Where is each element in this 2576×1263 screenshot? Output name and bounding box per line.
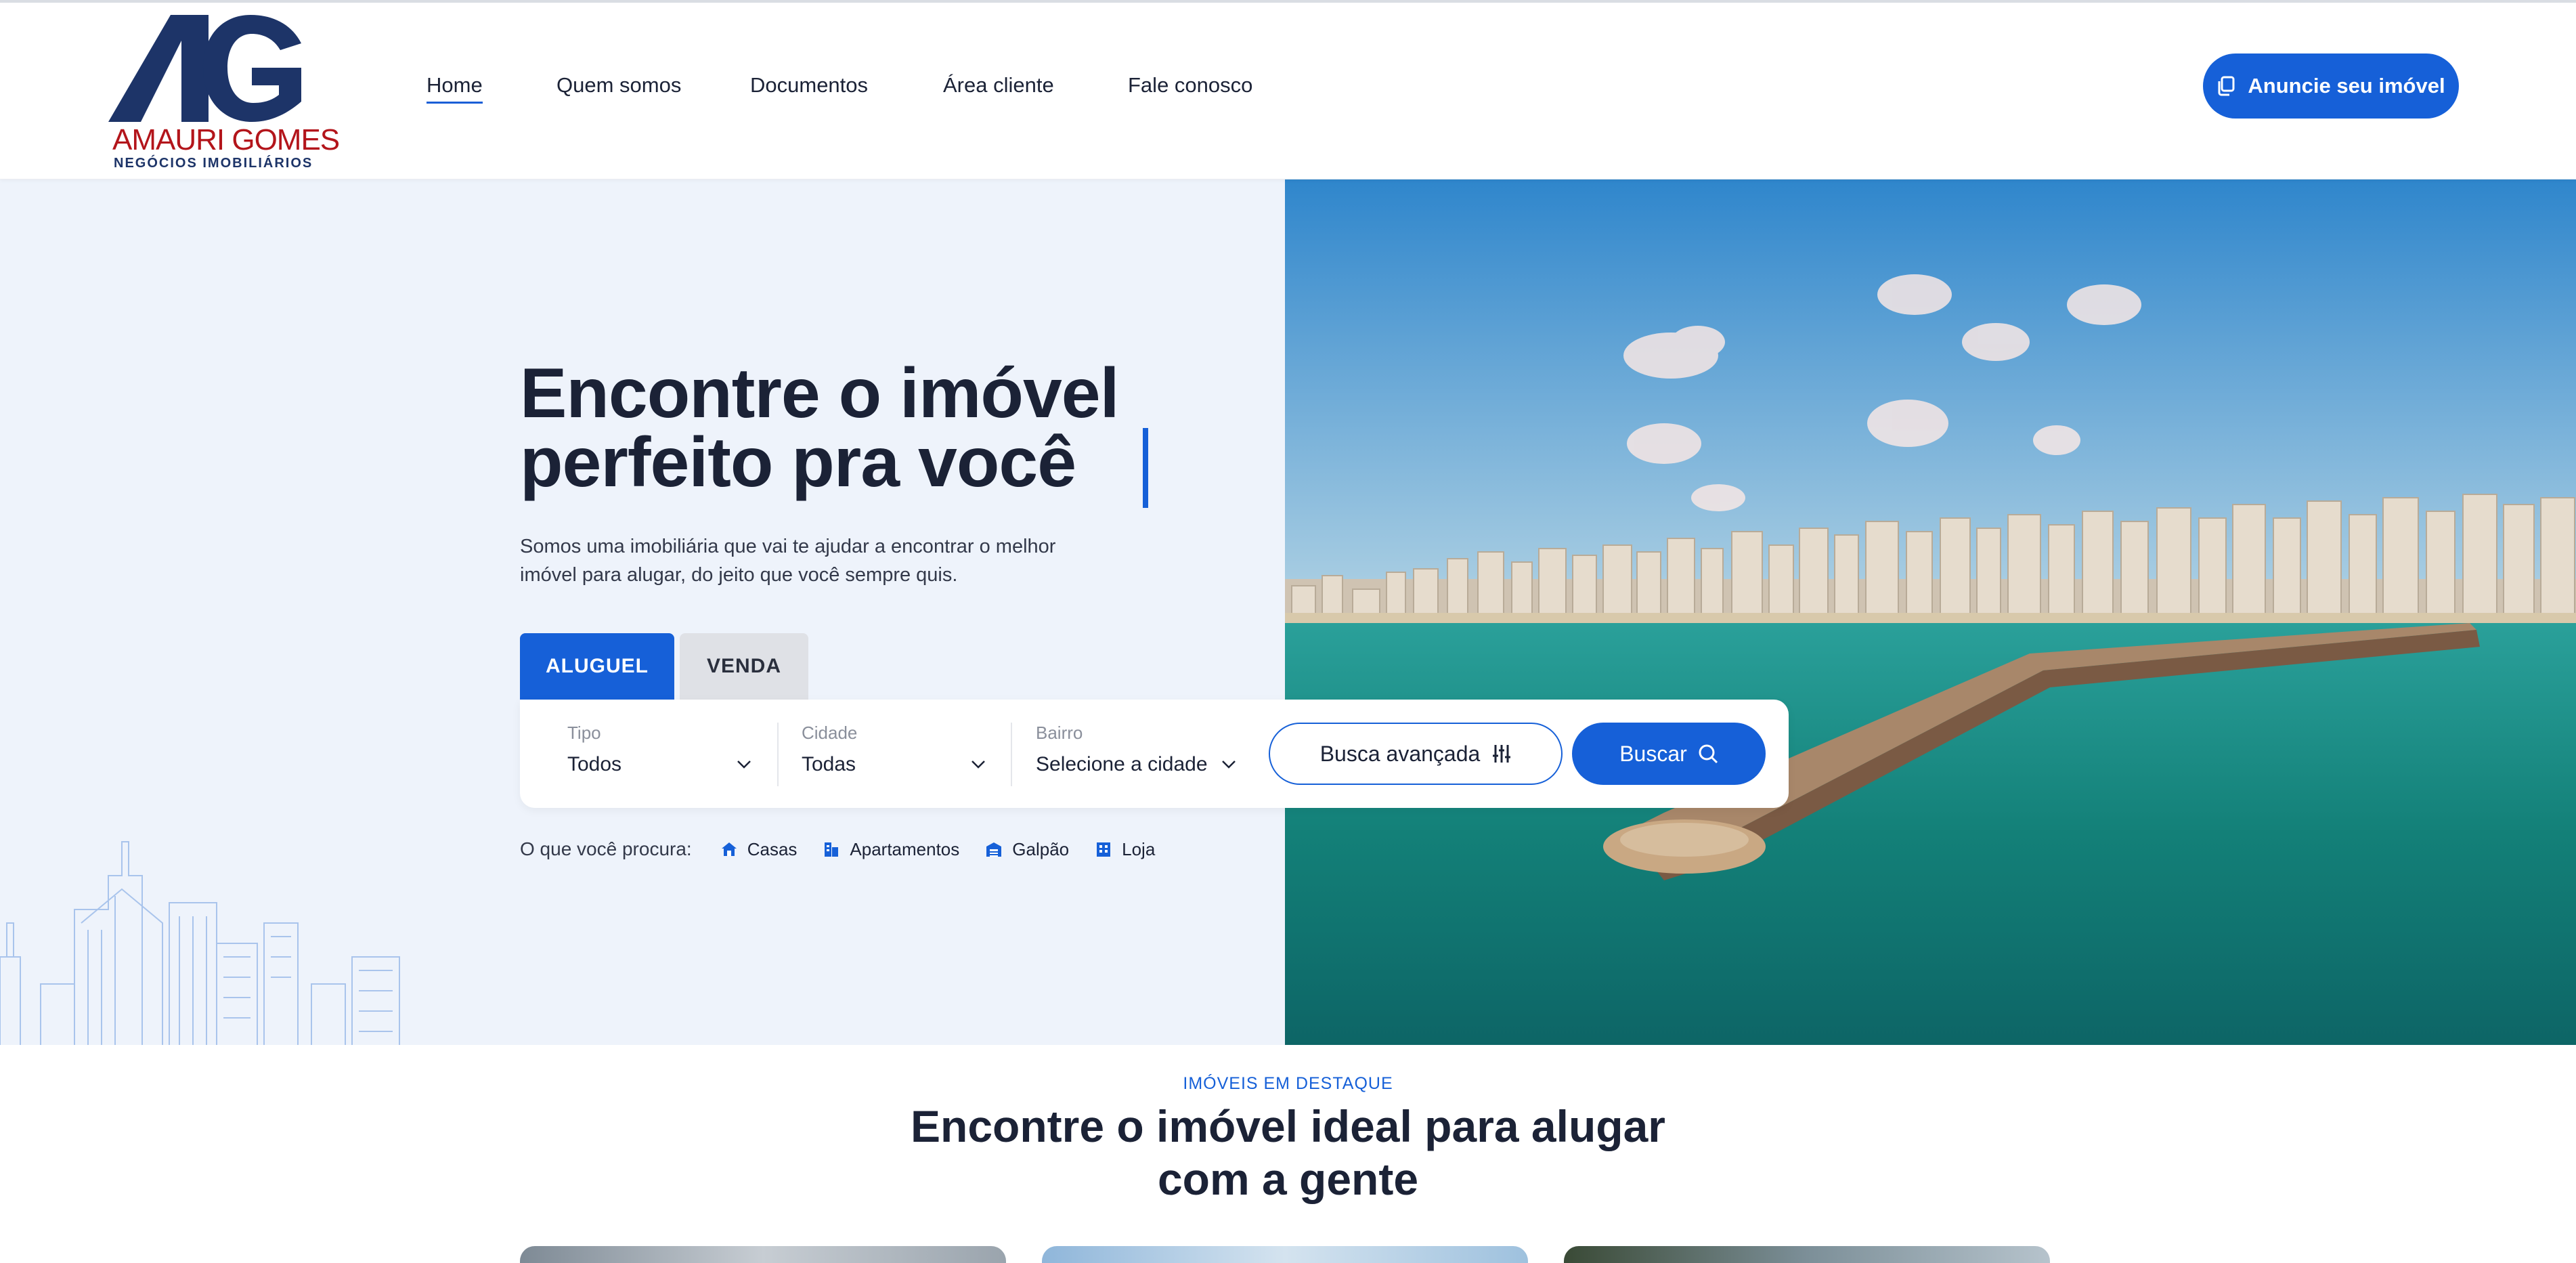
cidade-value: Todas <box>802 753 856 775</box>
anuncie-button[interactable]: Anuncie seu imóvel <box>2203 53 2459 119</box>
chevron-down-icon <box>1221 761 1236 769</box>
hero-title-line1: Encontre o imóvel <box>520 354 1120 433</box>
tipo-label: Tipo <box>567 723 601 743</box>
bairro-value: Selecione a cidade <box>1036 753 1208 775</box>
sliders-icon <box>1493 745 1511 763</box>
search-icon <box>1699 744 1718 764</box>
chevron-down-icon <box>737 761 751 769</box>
property-card[interactable] <box>1042 1246 1528 1263</box>
search-form: Tipo Todos Cidade Todas Bairro Selecione… <box>520 700 1789 808</box>
field-divider <box>777 723 779 786</box>
quick-label: O que você procura: <box>520 838 692 859</box>
house-icon <box>721 842 737 856</box>
text-cursor <box>1143 428 1148 508</box>
tipo-select[interactable]: Tipo Todos <box>567 723 764 785</box>
nav-documentos[interactable]: Documentos <box>750 73 868 98</box>
featured-title: Encontre o imóvel ideal para alugar com … <box>846 1100 1730 1205</box>
property-card[interactable] <box>1564 1246 2050 1263</box>
copy-icon <box>2218 76 2235 96</box>
brand-name: AMAURI GOMES <box>112 123 340 156</box>
field-divider <box>1011 723 1012 786</box>
featured-title-line2: com a gente <box>1157 1154 1419 1204</box>
cidade-select[interactable]: Cidade Todas <box>802 723 998 785</box>
bairro-label: Bairro <box>1036 723 1083 743</box>
property-card[interactable] <box>520 1246 1006 1263</box>
hero-subtitle-line2: imóvel para alugar, do jeito que você se… <box>520 564 958 586</box>
brand-logo[interactable]: AMAURI GOMES NEGÓCIOS IMOBILIÁRIOS <box>108 15 340 171</box>
site-header: AMAURI GOMES NEGÓCIOS IMOBILIÁRIOS Home … <box>0 0 2576 179</box>
hero-title-line2: perfeito pra você <box>520 423 1076 502</box>
quick-item-casas[interactable]: Casas <box>720 838 798 860</box>
quick-item-label: Galpão <box>1012 838 1070 859</box>
tab-venda[interactable]: VENDA <box>680 633 808 700</box>
hero-subtitle: Somos uma imobiliária que vai te ajudar … <box>520 532 1102 589</box>
quick-item-label: Apartamentos <box>850 838 960 859</box>
quick-item-label: Loja <box>1122 838 1156 859</box>
bairro-select[interactable]: Bairro Selecione a cidade <box>1036 723 1252 785</box>
search-button-label: Buscar <box>1619 741 1687 766</box>
anuncie-label: Anuncie seu imóvel <box>2248 74 2445 98</box>
featured-eyebrow: IMÓVEIS EM DESTAQUE <box>1183 1074 1393 1093</box>
hero-panel: Encontre o imóvel perfeito pra você Somo… <box>0 179 1285 1045</box>
beach-city-image <box>1285 179 2576 1045</box>
apartment-icon <box>825 842 839 857</box>
store-icon <box>1097 842 1111 857</box>
hero-title: Encontre o imóvel perfeito pra você <box>520 358 1197 498</box>
quick-item-label: Casas <box>747 838 798 859</box>
ag-monogram-icon <box>108 15 301 122</box>
quick-item-apartamentos[interactable]: Apartamentos <box>823 839 959 860</box>
quick-item-loja[interactable]: Loja <box>1095 839 1155 860</box>
brand-tagline: NEGÓCIOS IMOBILIÁRIOS <box>114 156 313 171</box>
nav-quem-somos[interactable]: Quem somos <box>556 73 681 98</box>
advanced-search-button[interactable]: Busca avançada <box>1269 723 1563 785</box>
city-skyline-decoration <box>0 841 400 1045</box>
quick-categories: O que você procura: Casas Apartamentos G… <box>520 838 1181 860</box>
advanced-search-label: Busca avançada <box>1319 741 1481 766</box>
hero-subtitle-line1: Somos uma imobiliária que vai te ajudar … <box>520 536 1056 557</box>
nav-fale-conosco[interactable]: Fale conosco <box>1128 73 1252 98</box>
warehouse-icon <box>986 842 1002 857</box>
featured-title-line1: Encontre o imóvel ideal para alugar <box>910 1101 1665 1151</box>
tipo-value: Todos <box>567 753 622 775</box>
chevron-down-icon <box>972 761 985 769</box>
search-button[interactable]: Buscar <box>1572 723 1766 785</box>
nav-home[interactable]: Home <box>427 73 483 104</box>
hero-city-photo <box>1285 179 2576 1045</box>
tab-aluguel[interactable]: ALUGUEL <box>520 633 674 700</box>
quick-item-galpao[interactable]: Galpão <box>985 839 1069 860</box>
nav-area-cliente[interactable]: Área cliente <box>943 73 1054 98</box>
cidade-label: Cidade <box>802 723 858 743</box>
